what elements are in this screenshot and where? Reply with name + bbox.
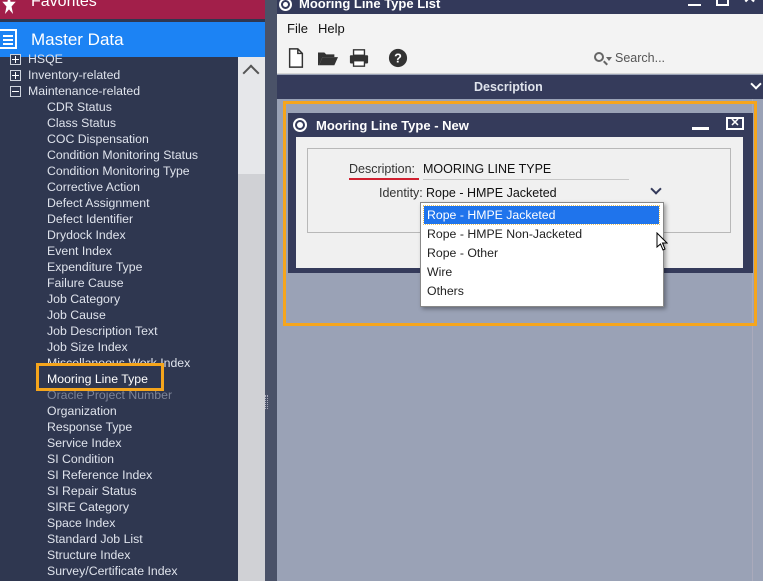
close-icon[interactable]: ✕ xyxy=(743,0,759,7)
search-placeholder[interactable]: Search... xyxy=(615,51,665,65)
new-document-icon[interactable] xyxy=(285,48,307,68)
identity-label: Identity: xyxy=(379,186,423,200)
description-field[interactable]: MOORING LINE TYPE xyxy=(423,162,629,180)
tree-node-inventory[interactable]: Inventory-related xyxy=(10,67,121,83)
open-folder-icon[interactable] xyxy=(316,48,340,68)
chevron-down-icon[interactable] xyxy=(606,57,612,61)
expand-icon[interactable] xyxy=(10,70,21,81)
tree-item[interactable]: Organization xyxy=(47,403,117,419)
dropdown-option[interactable]: Rope - HMPE Jacketed xyxy=(423,205,660,225)
tree-item[interactable]: Defect Assignment xyxy=(47,195,150,211)
window-titlebar[interactable]: Mooring Line Type List ✕ xyxy=(277,0,763,14)
tree-item[interactable]: Corrective Action xyxy=(47,179,140,195)
svg-text:?: ? xyxy=(394,51,402,66)
window-icon xyxy=(279,0,292,11)
favorites-label: Favorites xyxy=(31,0,97,10)
search-box[interactable]: Search... xyxy=(592,50,752,68)
tree-item[interactable]: Expenditure Type xyxy=(47,259,142,275)
identity-select[interactable]: Rope - HMPE Jacketed xyxy=(426,186,557,200)
collapse-icon[interactable] xyxy=(10,86,21,97)
tree-item[interactable]: Standard Job List xyxy=(47,531,143,547)
maximize-icon[interactable] xyxy=(716,0,729,6)
search-icon xyxy=(594,52,604,62)
dropdown-option[interactable]: Others xyxy=(424,282,659,300)
tree-node-hsqe[interactable]: HSQE xyxy=(10,51,63,67)
tree-item[interactable]: Class Status xyxy=(47,115,116,131)
description-label: Description: xyxy=(349,162,415,176)
tree-scrollbar[interactable] xyxy=(238,57,265,581)
tree-item[interactable]: Defect Identifier xyxy=(47,211,133,227)
tree-item[interactable]: SIRE Category xyxy=(47,499,129,515)
print-icon[interactable] xyxy=(348,48,370,68)
window-icon xyxy=(293,118,307,132)
identity-dropdown-list: Rope - HMPE Jacketed Rope - HMPE Non-Jac… xyxy=(420,202,664,307)
menu-bar: File Help xyxy=(277,14,763,42)
tree-node-maintenance[interactable]: Maintenance-related xyxy=(10,83,141,99)
tree-item[interactable]: CDR Status xyxy=(47,99,112,115)
scrollbar-thumb[interactable] xyxy=(238,174,265,581)
dropdown-option[interactable]: Rope - HMPE Non-Jacketed xyxy=(424,225,659,243)
tree-item[interactable]: SI Reference Index xyxy=(47,467,152,483)
tree-node-label: Inventory-related xyxy=(28,68,121,82)
favorites-header[interactable]: Favorites xyxy=(0,0,265,19)
grid-column-header[interactable]: Description xyxy=(277,75,763,99)
dropdown-option[interactable]: Rope - Other xyxy=(424,244,659,262)
minimize-icon[interactable] xyxy=(692,127,709,130)
navigation-panel: Favorites Master Data HSQE Inventory-rel… xyxy=(0,0,265,581)
tree-item[interactable]: Job Description Text xyxy=(47,323,158,339)
expand-icon[interactable] xyxy=(10,54,21,65)
tree-node-label: Maintenance-related xyxy=(28,84,141,98)
toolbar: ? Search... xyxy=(277,42,763,74)
tree-item[interactable]: Job Cause xyxy=(47,307,106,323)
master-data-label: Master Data xyxy=(31,30,124,49)
panel-splitter[interactable] xyxy=(265,0,277,581)
help-icon[interactable]: ? xyxy=(387,48,409,68)
scroll-up-icon[interactable] xyxy=(242,64,260,82)
tree-item[interactable]: SI Repair Status xyxy=(47,483,137,499)
list-icon xyxy=(0,29,17,49)
tree-item[interactable]: Survey/Certificate Index xyxy=(47,563,178,579)
close-icon[interactable]: ✕ xyxy=(726,117,744,130)
tree-item[interactable]: Drydock Index xyxy=(47,227,126,243)
tree-item[interactable]: Service Index xyxy=(47,435,122,451)
tree-node-label: HSQE xyxy=(28,52,63,66)
tree-item[interactable]: Response Type xyxy=(47,419,132,435)
chevron-down-icon[interactable] xyxy=(750,78,762,90)
dialog-title: Mooring Line Type - New xyxy=(316,118,469,133)
splitter-grip-icon[interactable] xyxy=(265,395,268,409)
tree-item[interactable]: Job Category xyxy=(47,291,120,307)
tree-item[interactable]: Failure Cause xyxy=(47,275,124,291)
dropdown-option[interactable]: Wire xyxy=(424,263,659,281)
tree-item[interactable]: Space Index xyxy=(47,515,115,531)
minimize-icon[interactable] xyxy=(688,4,701,6)
window-title: Mooring Line Type List xyxy=(299,0,441,11)
column-description[interactable]: Description xyxy=(474,80,543,94)
required-marker xyxy=(349,178,419,180)
star-icon xyxy=(2,0,16,15)
tree-item[interactable]: SI Condition xyxy=(47,451,114,467)
tree-item[interactable]: Job Size Index xyxy=(47,339,128,355)
mouse-pointer-icon xyxy=(656,232,668,251)
tree-item[interactable]: Condition Monitoring Status xyxy=(47,147,198,163)
tree-item[interactable]: Condition Monitoring Type xyxy=(47,163,190,179)
tree-item-mooring-line-type[interactable]: Mooring Line Type xyxy=(47,371,148,387)
tree-item[interactable]: COC Dispensation xyxy=(47,131,149,147)
menu-file[interactable]: File xyxy=(287,21,308,36)
tree-item[interactable]: Structure Index xyxy=(47,547,130,563)
menu-help[interactable]: Help xyxy=(318,21,345,36)
chevron-down-icon[interactable] xyxy=(650,183,662,195)
master-data-tree: HSQE Inventory-related Maintenance-relat… xyxy=(0,50,238,581)
tree-item[interactable]: Event Index xyxy=(47,243,112,259)
